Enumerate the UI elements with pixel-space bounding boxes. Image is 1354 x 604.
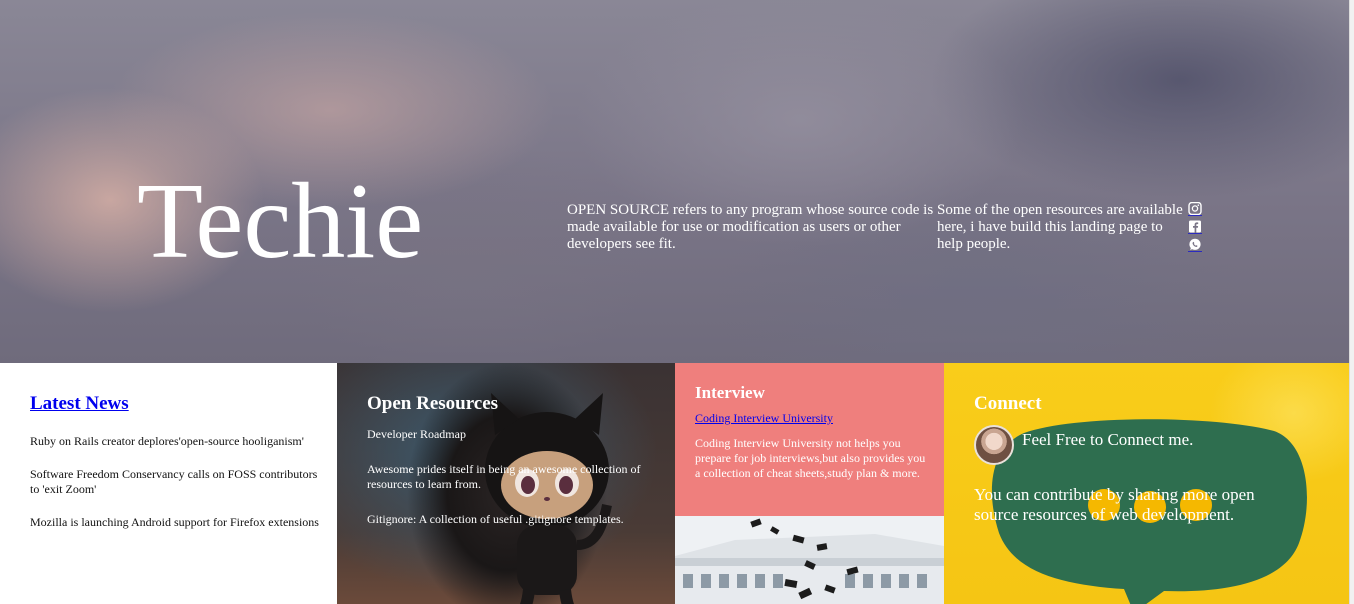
interview-title: Interview <box>695 383 765 402</box>
resource-item: Awesome prides itself in being an awesom… <box>367 462 641 491</box>
resource-item: Gitignore: A collection of useful .gitig… <box>367 512 624 526</box>
open-source-description: OPEN SOURCE refers to any program whose … <box>567 202 934 252</box>
connect-title: Connect <box>974 393 1042 414</box>
landing-page-description: Some of the open resources are available… <box>937 202 1183 252</box>
contribute-message: You can contribute by sharing more open … <box>974 485 1255 524</box>
resource-item: Developer Roadmap <box>367 427 466 441</box>
open-resources-content: Open Resources Developer Roadmap Awesome… <box>367 393 675 527</box>
news-item: Ruby on Rails creator deplores'open-sour… <box>30 434 304 448</box>
avatar <box>974 425 1014 465</box>
facebook-icon <box>1189 220 1201 233</box>
whatsapp-icon <box>1189 238 1201 251</box>
facebook-link[interactable] <box>1188 220 1202 234</box>
instagram-link[interactable] <box>1188 202 1202 216</box>
graduation-building-illustration <box>675 516 944 604</box>
connect-message: Feel Free to Connect me. <box>1022 430 1194 449</box>
social-links <box>1188 202 1204 256</box>
news-item: Mozilla is launching Android support for… <box>30 515 319 529</box>
latest-news-title[interactable]: Latest News <box>30 393 337 415</box>
coding-interview-link[interactable]: Coding Interview University <box>695 411 924 426</box>
graduation-photo-image <box>675 516 944 604</box>
connect-content: Connect Feel Free to Connect me. You can… <box>974 393 1349 525</box>
open-resources-panel: Open Resources Developer Roadmap Awesome… <box>337 363 675 604</box>
hero-section: Techie OPEN SOURCE refers to any program… <box>0 0 1349 363</box>
news-item: Software Freedom Conservancy calls on FO… <box>30 467 318 496</box>
latest-news-panel: Latest News Ruby on Rails creator deplor… <box>0 363 337 604</box>
connect-row: Feel Free to Connect me. <box>974 425 1349 465</box>
whatsapp-link[interactable] <box>1188 238 1202 252</box>
vertical-scrollbar[interactable] <box>1349 0 1354 604</box>
interview-panel: Interview Coding Interview University Co… <box>675 363 944 604</box>
open-resources-title: Open Resources <box>367 393 499 414</box>
interview-card: Interview Coding Interview University Co… <box>675 363 944 516</box>
connect-panel: Connect Feel Free to Connect me. You can… <box>944 363 1349 604</box>
interview-description: Coding Interview University not helps yo… <box>695 436 926 480</box>
instagram-icon <box>1188 202 1202 215</box>
site-title: Techie <box>137 162 424 281</box>
